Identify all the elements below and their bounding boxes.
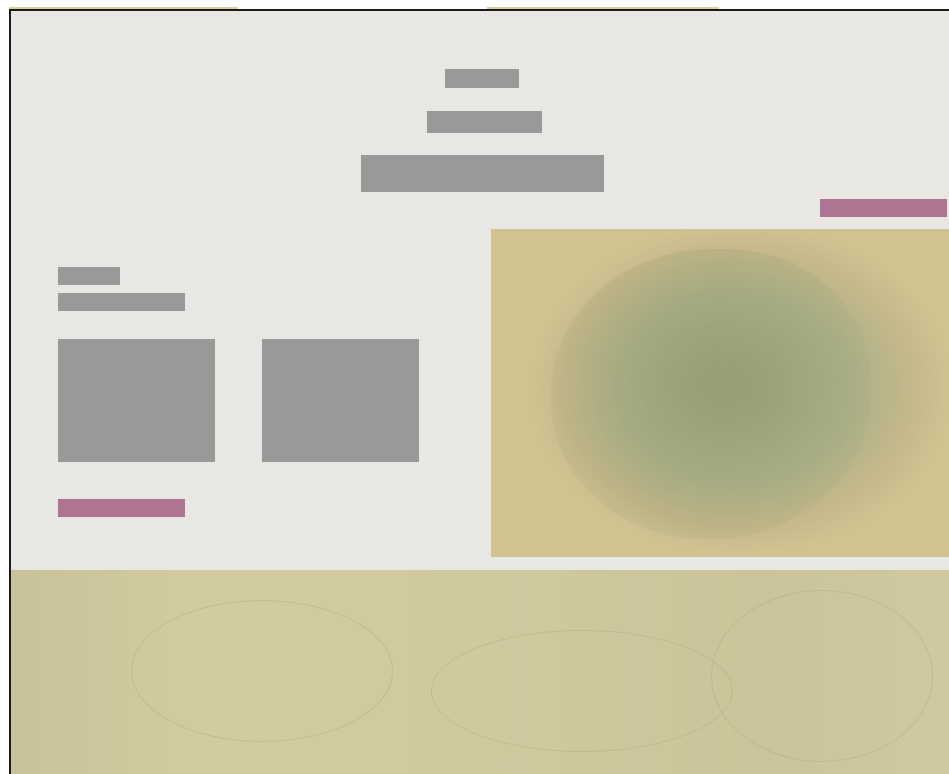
- manuscript-texture: [711, 590, 933, 762]
- manuscript-texture: [131, 600, 393, 742]
- hero-eyebrow: [445, 69, 519, 88]
- page-frame: [9, 9, 949, 774]
- section-label: [58, 267, 120, 285]
- cta-button[interactable]: [58, 499, 185, 517]
- background-manuscript-band: [11, 570, 949, 774]
- manuscript-texture: [431, 630, 733, 752]
- hero-subtitle: [427, 111, 542, 133]
- page-title: [361, 155, 604, 192]
- hero-image: [491, 229, 949, 557]
- info-card-2: [262, 339, 419, 462]
- info-card-1: [58, 339, 215, 462]
- section-title: [58, 293, 185, 311]
- header-action-button[interactable]: [820, 199, 947, 217]
- hero-header: [11, 11, 949, 229]
